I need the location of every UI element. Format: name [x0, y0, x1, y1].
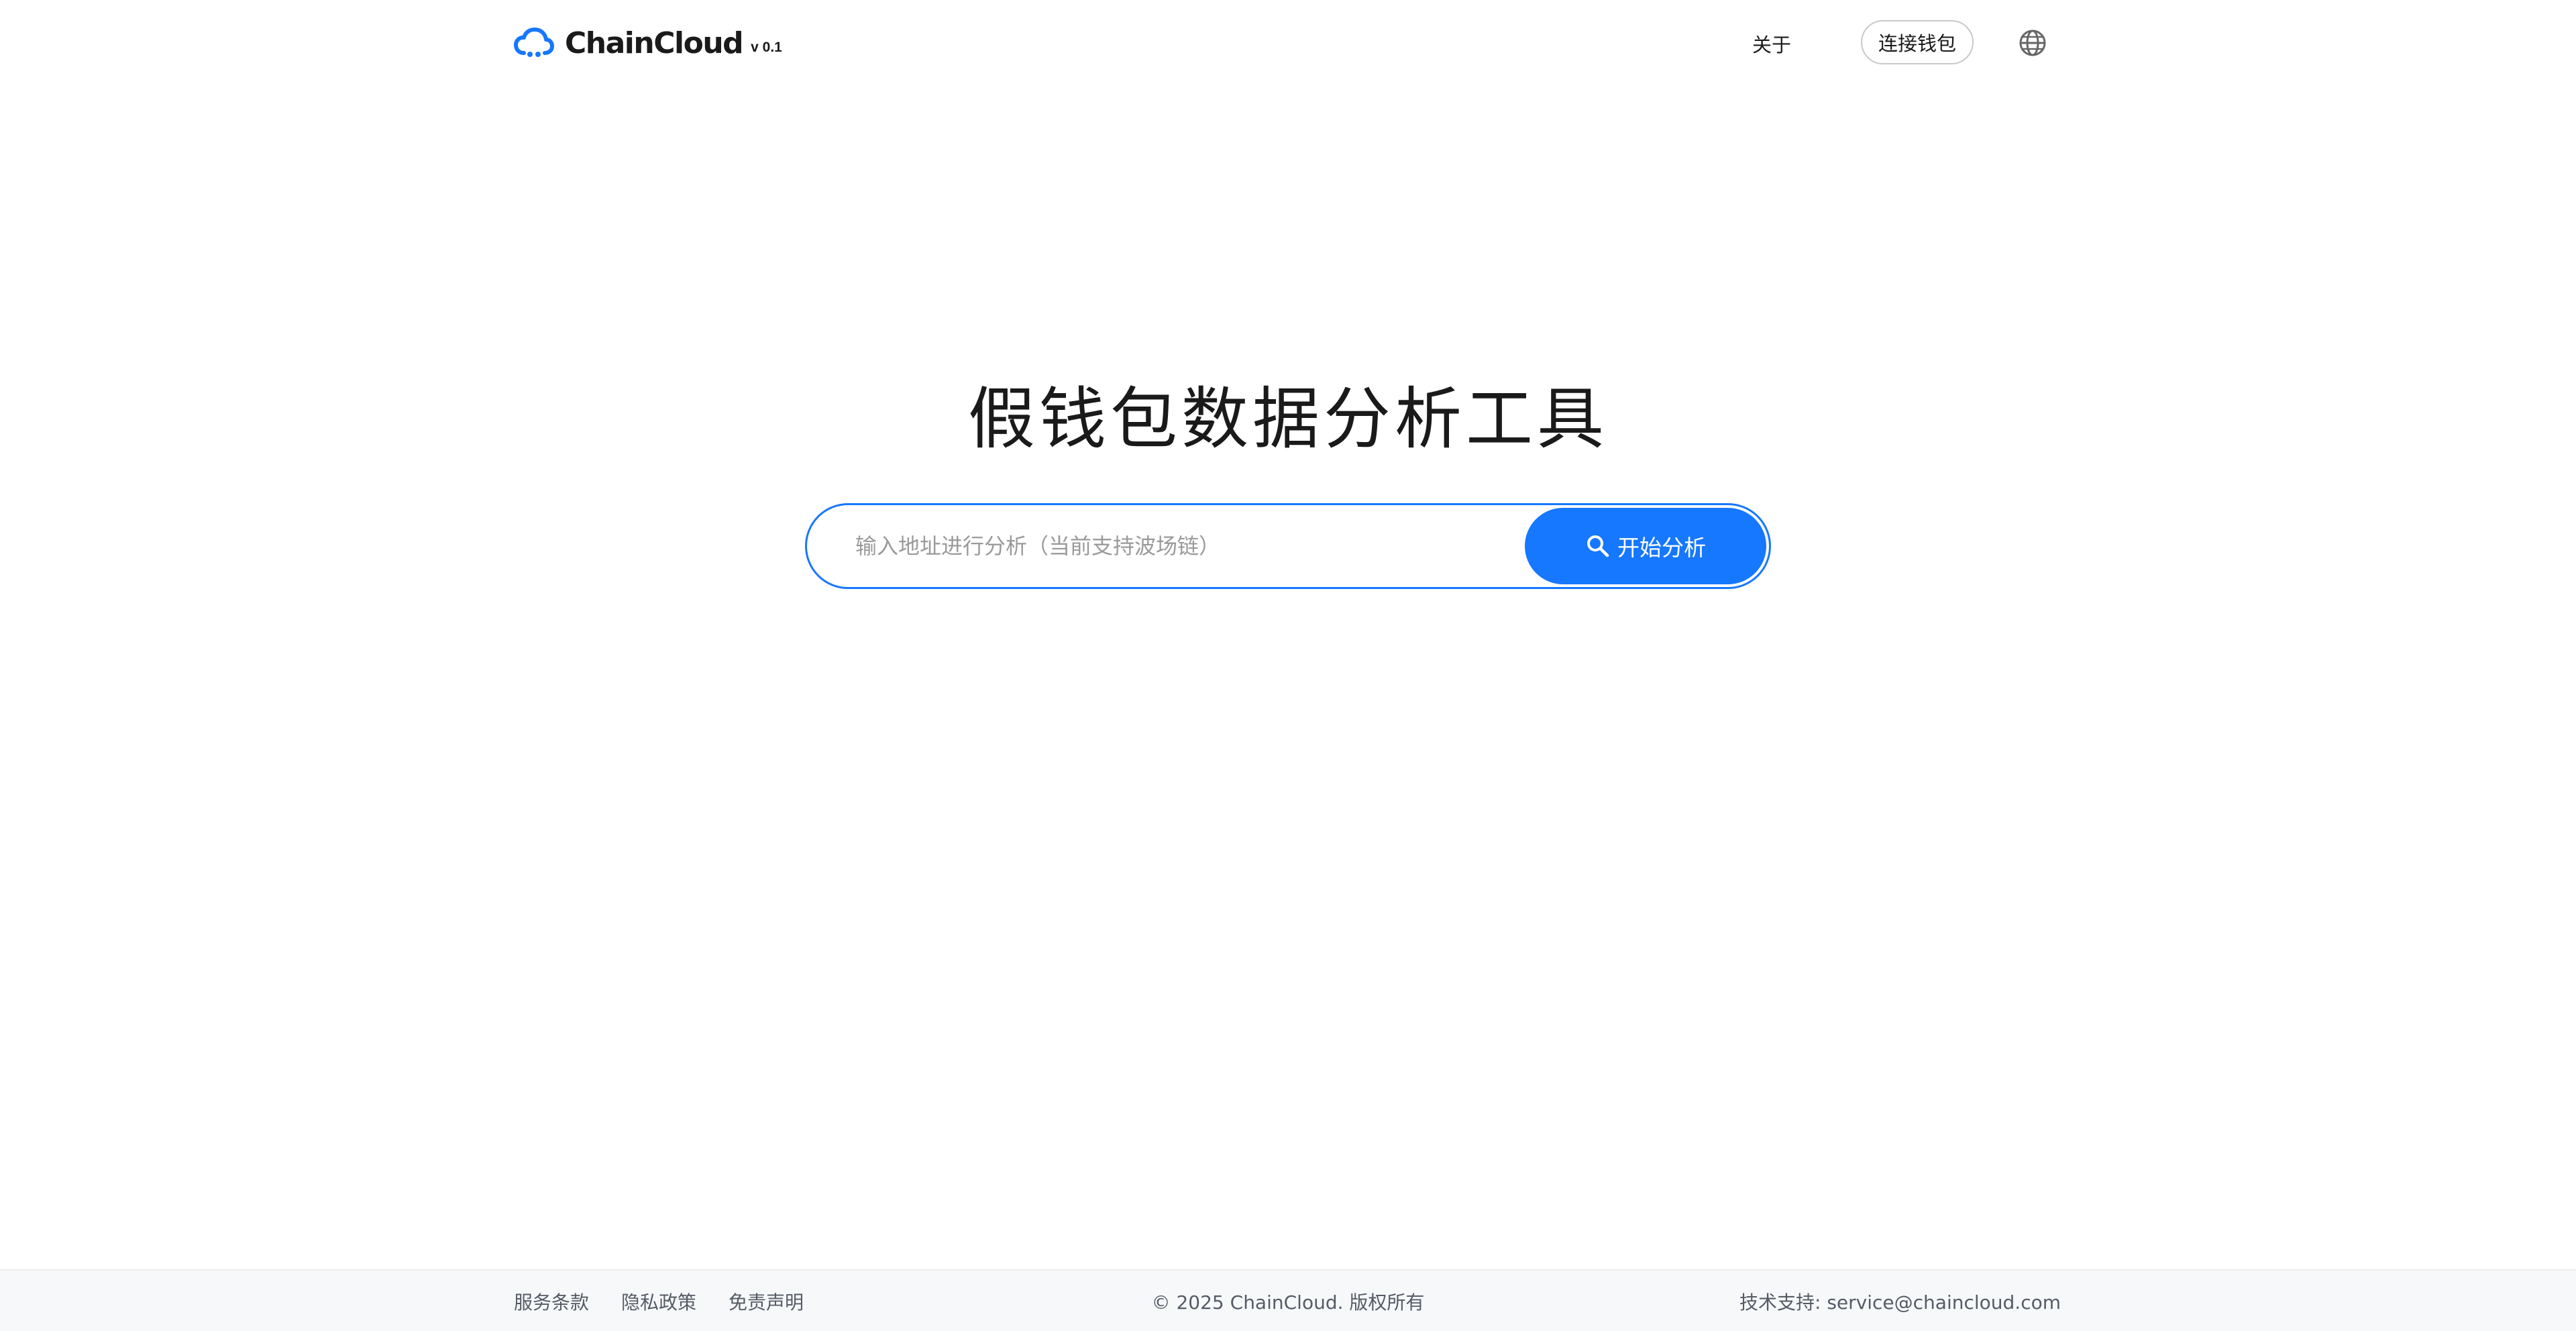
page-title: 假钱包数据分析工具	[968, 380, 1608, 458]
start-analysis-button[interactable]: 开始分析	[1525, 508, 1766, 584]
copyright-text: © 2025 ChainCloud. 版权所有	[1151, 1291, 1425, 1314]
nav-about-link[interactable]: 关于	[1752, 30, 1791, 58]
tech-support: 技术支持: service@chaincloud.com	[1739, 1288, 2061, 1315]
connect-wallet-button[interactable]: 连接钱包	[1861, 20, 1974, 64]
brand-logo[interactable]: ChainCloud v 0.1	[514, 24, 782, 62]
globe-icon[interactable]	[2018, 28, 2047, 58]
version-label: v 0.1	[751, 40, 782, 55]
search-icon	[1587, 535, 1609, 557]
page: ChainCloud v 0.1 关于 连接钱包 假钱包数据分析工具 开始分析 …	[0, 0, 2576, 1331]
top-navbar: ChainCloud v 0.1 关于 连接钱包	[0, 0, 2576, 86]
cloud-logo-icon	[514, 28, 554, 57]
footer: 服务条款 隐私政策 免责声明 © 2025 ChainCloud. 版权所有 技…	[0, 1269, 2576, 1331]
search-bar: 开始分析	[805, 503, 1771, 589]
support-label: 技术支持:	[1739, 1291, 1827, 1314]
brand-name: ChainCloud	[565, 25, 744, 60]
support-email-link[interactable]: service@chaincloud.com	[1827, 1291, 2061, 1314]
start-analysis-label: 开始分析	[1617, 535, 1706, 561]
address-search-input[interactable]	[855, 505, 1553, 587]
